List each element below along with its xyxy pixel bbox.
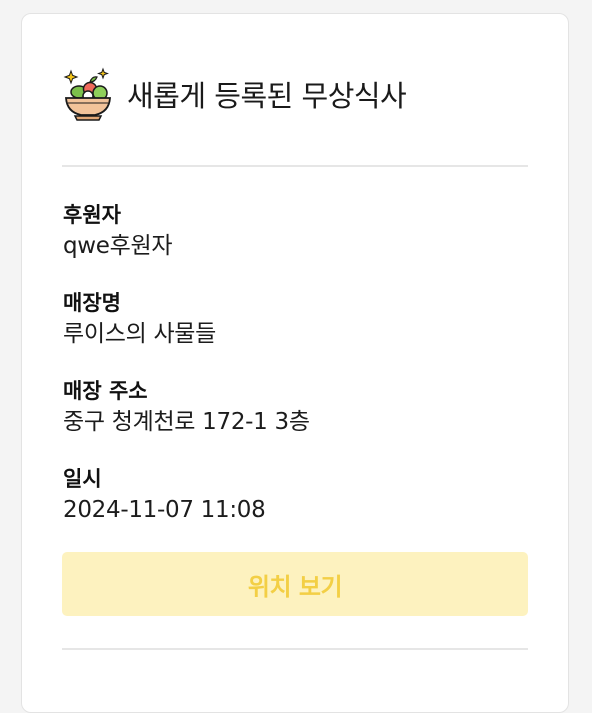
salad-bowl-icon <box>63 67 111 121</box>
sponsor-label: 후원자 <box>63 203 121 227</box>
datetime-value: 2024-11-07 11:08 <box>63 497 266 523</box>
divider <box>62 648 528 650</box>
datetime-section: 일시 2024-11-07 11:08 <box>63 464 533 526</box>
address-section: 매장 주소 중구 청계천로 172-1 3층 <box>63 376 533 438</box>
store-address-label: 매장 주소 <box>63 379 148 403</box>
view-location-button[interactable]: 위치 보기 <box>62 552 528 616</box>
store-name-label: 매장명 <box>63 291 121 315</box>
divider <box>62 165 528 167</box>
page-title: 새롭게 등록된 무상식사 <box>127 79 407 113</box>
sponsor-section: 후원자 qwe후원자 <box>63 200 533 262</box>
store-address-value: 중구 청계천로 172-1 3층 <box>63 409 310 435</box>
meal-card: 새롭게 등록된 무상식사 후원자 qwe후원자 매장명 루이스의 사물들 매장 … <box>21 13 569 713</box>
datetime-label: 일시 <box>63 467 102 491</box>
store-section: 매장명 루이스의 사물들 <box>63 288 533 350</box>
store-name-value: 루이스의 사물들 <box>63 321 217 347</box>
card-header: 새롭게 등록된 무상식사 <box>62 64 407 124</box>
sponsor-value: qwe후원자 <box>63 233 173 259</box>
